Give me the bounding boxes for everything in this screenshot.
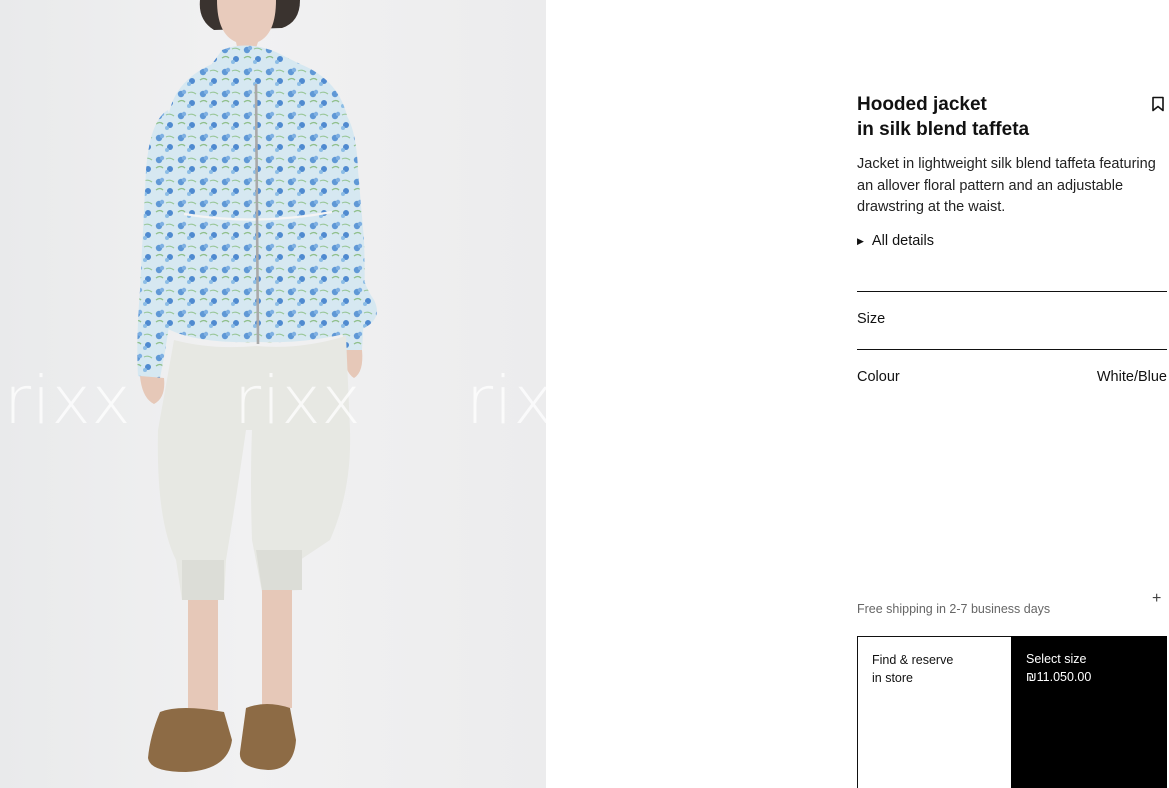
select-size-button[interactable]: Select size ₪11.050.00 bbox=[1011, 636, 1167, 788]
product-title: Hooded jacket in silk blend taffeta bbox=[857, 92, 1127, 142]
watermark-text: rixx bbox=[4, 362, 132, 439]
product-info-panel: Hooded jacket in silk blend taffeta Jack… bbox=[857, 0, 1167, 788]
product-image[interactable]: rixx rixx rixx bbox=[0, 0, 546, 788]
colour-label: Colour bbox=[857, 369, 900, 385]
select-size-label: Select size bbox=[1026, 652, 1087, 666]
product-title-line-1: Hooded jacket bbox=[857, 94, 987, 115]
colour-value: White/Blue bbox=[1096, 369, 1167, 385]
size-selector[interactable]: Size bbox=[857, 311, 1167, 327]
divider bbox=[857, 349, 1167, 350]
find-in-store-button[interactable]: Find & reserve in store bbox=[857, 636, 1012, 788]
divider bbox=[857, 291, 1167, 292]
find-in-store-label-line-2: in store bbox=[872, 671, 913, 685]
colour-row: Colour White/Blue bbox=[857, 369, 1167, 385]
all-details-toggle[interactable]: ▶ All details bbox=[857, 233, 934, 249]
price: ₪11.050.00 bbox=[1026, 670, 1092, 684]
size-label: Size bbox=[857, 311, 886, 327]
watermark-text: rixx bbox=[234, 362, 362, 439]
find-in-store-label-line-1: Find & reserve bbox=[872, 653, 954, 667]
caret-right-icon: ▶ bbox=[857, 235, 864, 246]
shipping-info: Free shipping in 2-7 business days bbox=[857, 602, 1051, 616]
product-title-line-2: in silk blend taffeta bbox=[857, 119, 1030, 140]
bookmark-icon[interactable] bbox=[1151, 96, 1165, 112]
product-description: Jacket in lightweight silk blend taffeta… bbox=[857, 156, 1156, 215]
plus-icon[interactable]: + bbox=[1152, 590, 1161, 608]
all-details-label: All details bbox=[871, 233, 934, 249]
watermark-text: rixx bbox=[466, 362, 546, 439]
